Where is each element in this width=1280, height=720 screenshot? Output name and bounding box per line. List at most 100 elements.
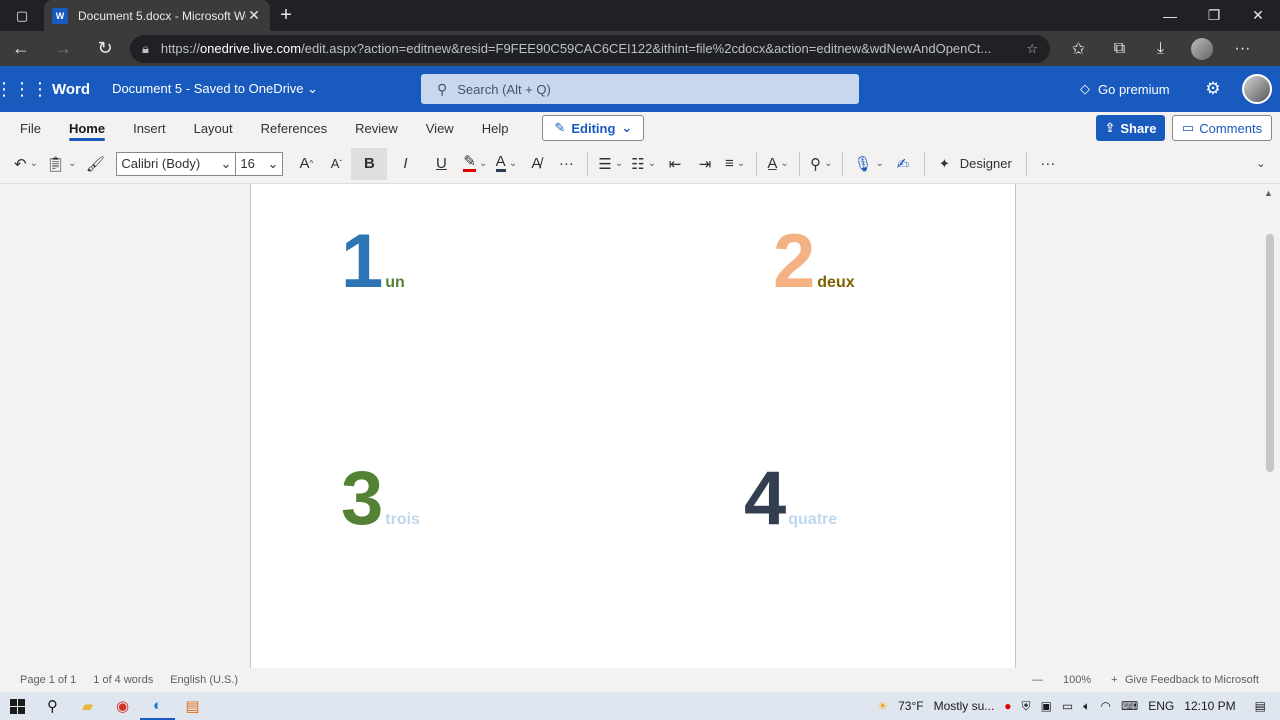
paste-icon[interactable]: 📋︎ ⌄	[42, 148, 80, 180]
shrink-font-icon[interactable]: Aˇ	[321, 148, 351, 180]
tab-file[interactable]: File	[0, 112, 55, 144]
scroll-up-icon[interactable]: ▲	[1264, 188, 1273, 198]
weather-icon[interactable]: ☀	[877, 699, 888, 713]
language-indicator[interactable]: ENG	[1148, 699, 1174, 713]
record-icon[interactable]: ●	[1004, 699, 1011, 713]
undo-icon[interactable]: ↶ ⌄	[10, 148, 42, 180]
ribbon-expand-icon[interactable]: ⌄	[1246, 148, 1276, 180]
vertical-scrollbar[interactable]	[1266, 234, 1274, 472]
tab-view[interactable]: View	[412, 112, 468, 144]
chrome-icon[interactable]: ◉	[105, 692, 140, 720]
tab-actions-icon[interactable]: ▢	[0, 0, 44, 31]
clear-formatting-icon[interactable]: A̸	[521, 148, 551, 180]
share-button[interactable]: ⇪ Share	[1096, 115, 1165, 141]
browser-tab[interactable]: W Document 5.docx - Microsoft Word ✕	[44, 0, 270, 31]
weather-text[interactable]: Mostly su...	[934, 699, 995, 713]
comments-button[interactable]: ▭ Comments	[1172, 115, 1272, 141]
more-options-icon[interactable]: ···	[1033, 148, 1063, 180]
bullets-icon[interactable]: ☰ ⌄	[594, 148, 627, 180]
find-icon[interactable]: ⚲ ⌄	[806, 148, 836, 180]
ribbon-tabs: File Home Insert Layout References Revie…	[0, 112, 1280, 144]
clock[interactable]: 12:10 PM	[1184, 699, 1235, 713]
security-icon[interactable]: ⛨	[1022, 699, 1031, 714]
file-explorer-icon[interactable]: ▰	[70, 692, 105, 720]
document-title-button[interactable]: Document 5 - Saved to OneDrive ⌄	[112, 81, 318, 97]
tab-help[interactable]: Help	[468, 112, 523, 144]
more-menu-icon[interactable]: ···	[1222, 31, 1263, 66]
editing-mode-dropdown[interactable]: ✎ Editing ⌄	[542, 115, 645, 141]
numbering-icon[interactable]: ☷ ⌄	[627, 148, 660, 180]
format-painter-icon[interactable]: 🖌︎	[80, 148, 110, 180]
chevron-down-icon: ⌄	[621, 120, 633, 135]
highlight-color-icon[interactable]: ✎ ⌄	[459, 148, 491, 180]
grow-font-icon[interactable]: A ^	[291, 148, 321, 180]
weather-temp[interactable]: 73°F	[898, 699, 923, 713]
zoom-out-icon[interactable]: —	[1032, 674, 1043, 686]
styles-icon[interactable]: A̲ ⌄	[763, 148, 793, 180]
battery-icon[interactable]: ▭	[1062, 699, 1073, 713]
restore-icon[interactable]: ❐	[1192, 0, 1236, 31]
tab-home[interactable]: Home	[55, 112, 119, 144]
refresh-icon[interactable]: ↻	[84, 31, 126, 66]
new-tab-icon[interactable]: +	[270, 4, 302, 27]
tab-review[interactable]: Review	[341, 112, 412, 144]
number-item-2[interactable]: 2 deux	[773, 224, 855, 300]
url-input[interactable]: 🔒︎ https://onedrive.live.com/edit.aspx?a…	[130, 34, 1050, 63]
tray-app-icon[interactable]: ▣	[1041, 699, 1052, 713]
number-item-4[interactable]: 4 quatre	[744, 461, 837, 537]
feedback-link[interactable]: Give Feedback to Microsoft	[1125, 668, 1259, 692]
tab-layout[interactable]: Layout	[180, 112, 247, 144]
search-input[interactable]: ⚲ Search (Alt + Q)	[421, 74, 859, 104]
bold-button[interactable]: B	[351, 147, 388, 180]
wifi-icon[interactable]: ◠	[1100, 699, 1110, 713]
italic-button[interactable]: I	[387, 148, 423, 180]
settings-gear-icon[interactable]: ⚙	[1200, 66, 1226, 112]
page-count[interactable]: Page 1 of 1	[20, 674, 76, 686]
app-name[interactable]: Word	[52, 81, 90, 98]
back-icon[interactable]: ←	[0, 31, 42, 66]
designer-button[interactable]: ✦ Designer	[931, 156, 1020, 172]
app-launcher-icon[interactable]: ⋮⋮⋮	[0, 66, 49, 112]
tab-references[interactable]: References	[247, 112, 341, 144]
tab-insert[interactable]: Insert	[119, 112, 180, 144]
forward-icon[interactable]: →	[42, 31, 84, 66]
collections-icon[interactable]: ⧉	[1099, 31, 1140, 66]
keyboard-icon[interactable]: ⌨	[1121, 699, 1138, 713]
increase-indent-icon[interactable]: ⇥	[690, 148, 720, 180]
tab-title: Document 5.docx - Microsoft Word	[78, 8, 246, 23]
language-status[interactable]: English (U.S.)	[170, 674, 238, 686]
app-icon[interactable]: ▤	[175, 692, 210, 720]
status-bar: Page 1 of 1 1 of 4 words English (U.S.) …	[0, 668, 1280, 692]
font-size-dropdown[interactable]: 16 ⌄	[235, 151, 284, 176]
minimize-icon[interactable]: —	[1148, 0, 1192, 31]
downloads-icon[interactable]: ⤓	[1140, 31, 1181, 66]
font-name-dropdown[interactable]: Calibri (Body) ⌄	[116, 151, 237, 176]
browser-tab-bar: ▢ W Document 5.docx - Microsoft Word ✕ +…	[0, 0, 1280, 31]
zoom-level[interactable]: 100%	[1063, 674, 1091, 686]
account-avatar[interactable]	[1242, 74, 1272, 104]
notifications-icon[interactable]: ▤	[1255, 699, 1266, 713]
word-favicon-icon: W	[52, 7, 68, 24]
profile-icon[interactable]	[1181, 31, 1222, 66]
start-windows-icon[interactable]	[0, 692, 35, 720]
number-item-3[interactable]: 3 trois	[341, 461, 420, 537]
zoom-in-icon[interactable]: +	[1111, 674, 1117, 686]
taskbar-search-icon[interactable]: ⚲	[35, 692, 70, 720]
editor-icon[interactable]: ✍︎	[888, 148, 918, 180]
decrease-indent-icon[interactable]: ⇤	[660, 148, 690, 180]
go-premium-button[interactable]: ◇ Go premium	[1080, 66, 1170, 112]
volume-icon[interactable]: 🔈︎	[1083, 699, 1090, 714]
edge-icon[interactable]: ◐	[140, 692, 175, 720]
document-page[interactable]: 1 un 2 deux 3 trois 4 quatre	[250, 184, 1016, 668]
word-count[interactable]: 1 of 4 words	[93, 674, 153, 686]
favorites-icon[interactable]: ✩	[1058, 31, 1099, 66]
add-favorite-icon[interactable]: ☆	[1026, 41, 1038, 57]
font-color-icon[interactable]: A ⌄	[491, 148, 521, 180]
more-font-options-icon[interactable]: ···	[551, 148, 581, 180]
number-item-1[interactable]: 1 un	[341, 224, 405, 300]
tab-close-icon[interactable]: ✕	[246, 7, 262, 24]
dictate-microphone-icon[interactable]: 🎙︎ ⌄	[849, 148, 887, 180]
align-icon[interactable]: ≡ ⌄	[720, 148, 750, 180]
window-close-icon[interactable]: ✕	[1236, 0, 1280, 31]
underline-button[interactable]: U	[423, 148, 459, 180]
